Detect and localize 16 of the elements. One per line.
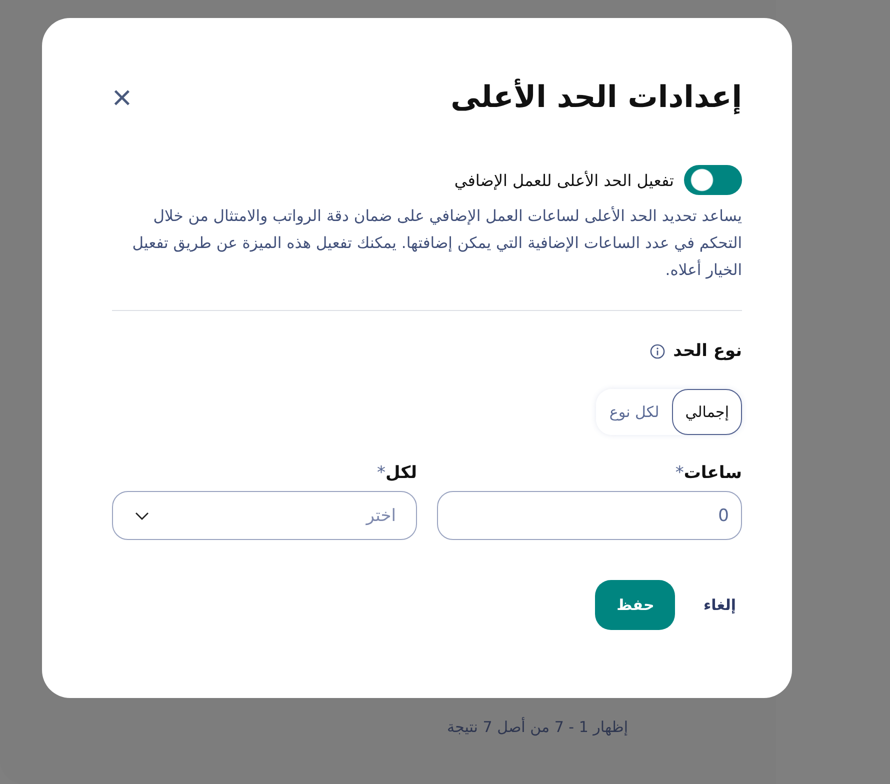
results-count: إظهار 1 - 7 من أصل 7 نتيجة — [446, 718, 628, 736]
chevron-down-icon — [135, 512, 149, 520]
segment-tab[interactable]: إجمالي — [672, 389, 742, 435]
limit-type-label: نوع الحد — [673, 341, 742, 361]
save-button[interactable]: حفظ — [595, 580, 676, 630]
close-button[interactable]: × — [112, 80, 132, 114]
description: يساعد تحديد الحد الأعلى لساعات العمل الإضافي على ضمان دقة الرواتب والامتثال من خلال التحكم في عدد الساعات الإضافية التي يمكن إضافتها. يمكنك تفعيل هذه الميزة عن طريق تفعيل الخيار أعلاه. — [131, 205, 742, 281]
toggle-switch[interactable] — [684, 165, 742, 195]
cancel-button[interactable]: إلغاء — [697, 595, 742, 615]
dialog-title: إعدادات الحد الأعلى — [450, 80, 742, 115]
per-select[interactable]: اختر — [112, 491, 417, 540]
info-icon[interactable] — [650, 344, 666, 358]
field-label: ساعات* — [674, 463, 742, 483]
hours-input[interactable]: 0 — [437, 491, 742, 540]
field-label: لكل* — [376, 463, 417, 483]
toggle-label: تفعيل الحد الأعلى للعمل الإضافي — [454, 170, 674, 190]
